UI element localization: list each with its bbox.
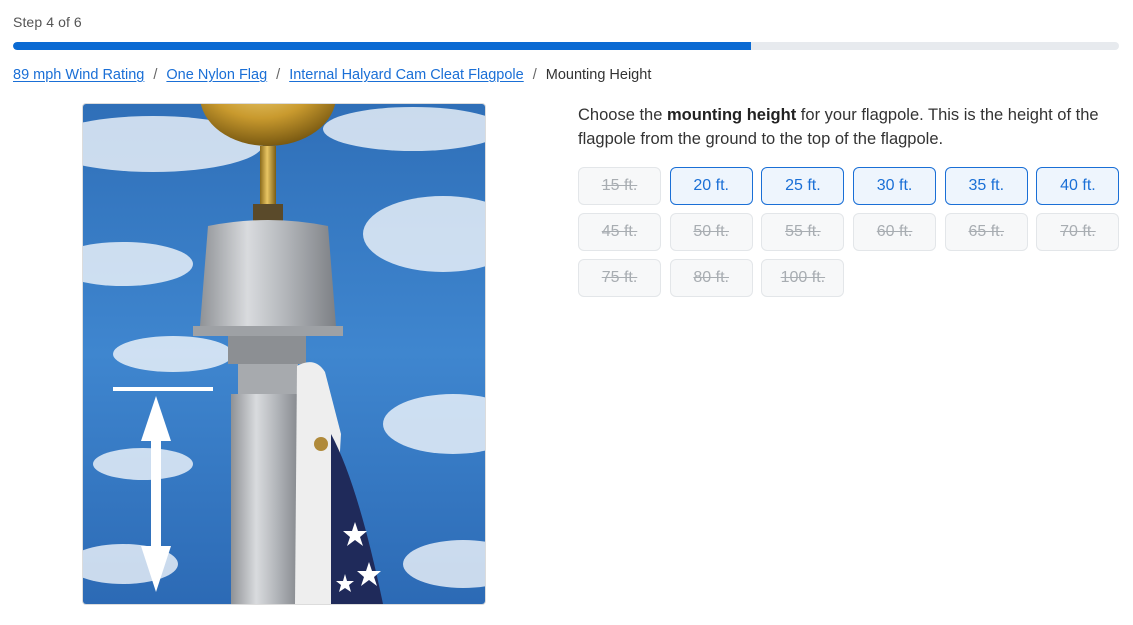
- breadcrumb-link-wind-rating[interactable]: 89 mph Wind Rating: [13, 67, 144, 83]
- breadcrumb: 89 mph Wind Rating / One Nylon Flag / In…: [13, 67, 651, 83]
- flagpole-mounting-photo: [82, 103, 486, 605]
- progress-fill: [13, 42, 751, 50]
- breadcrumb-separator: /: [276, 67, 281, 83]
- step-label: Step 4 of 6: [13, 14, 82, 30]
- height-option-75ft: 75 ft.: [578, 259, 661, 297]
- breadcrumb-current: Mounting Height: [545, 67, 652, 83]
- breadcrumb-link-flag[interactable]: One Nylon Flag: [166, 67, 267, 83]
- height-option-70ft: 70 ft.: [1036, 213, 1120, 251]
- breadcrumb-separator: /: [153, 67, 158, 83]
- height-option-40ft[interactable]: 40 ft.: [1036, 167, 1120, 205]
- height-option-100ft: 100 ft.: [761, 259, 845, 297]
- breadcrumb-separator: /: [532, 67, 537, 83]
- height-option-50ft: 50 ft.: [669, 213, 753, 251]
- height-option-15ft: 15 ft.: [578, 167, 661, 205]
- height-options: 15 ft. 20 ft. 25 ft. 30 ft. 35 ft. 40 ft. 45 f…: [578, 167, 1120, 297]
- height-option-30ft[interactable]: 30 ft.: [853, 167, 937, 205]
- mounting-height-description: Choose the mounting height for your flag…: [578, 106, 1099, 148]
- height-option-35ft[interactable]: 35 ft.: [944, 167, 1028, 205]
- height-option-60ft: 60 ft.: [853, 213, 937, 251]
- height-option-65ft: 65 ft.: [944, 213, 1028, 251]
- height-option-55ft: 55 ft.: [761, 213, 845, 251]
- height-option-80ft: 80 ft.: [669, 259, 753, 297]
- height-option-20ft[interactable]: 20 ft.: [669, 167, 753, 205]
- progress-bar: [13, 42, 1119, 50]
- height-option-25ft[interactable]: 25 ft.: [761, 167, 845, 205]
- height-option-45ft: 45 ft.: [578, 213, 661, 251]
- breadcrumb-link-flagpole[interactable]: Internal Halyard Cam Cleat Flagpole: [289, 67, 524, 83]
